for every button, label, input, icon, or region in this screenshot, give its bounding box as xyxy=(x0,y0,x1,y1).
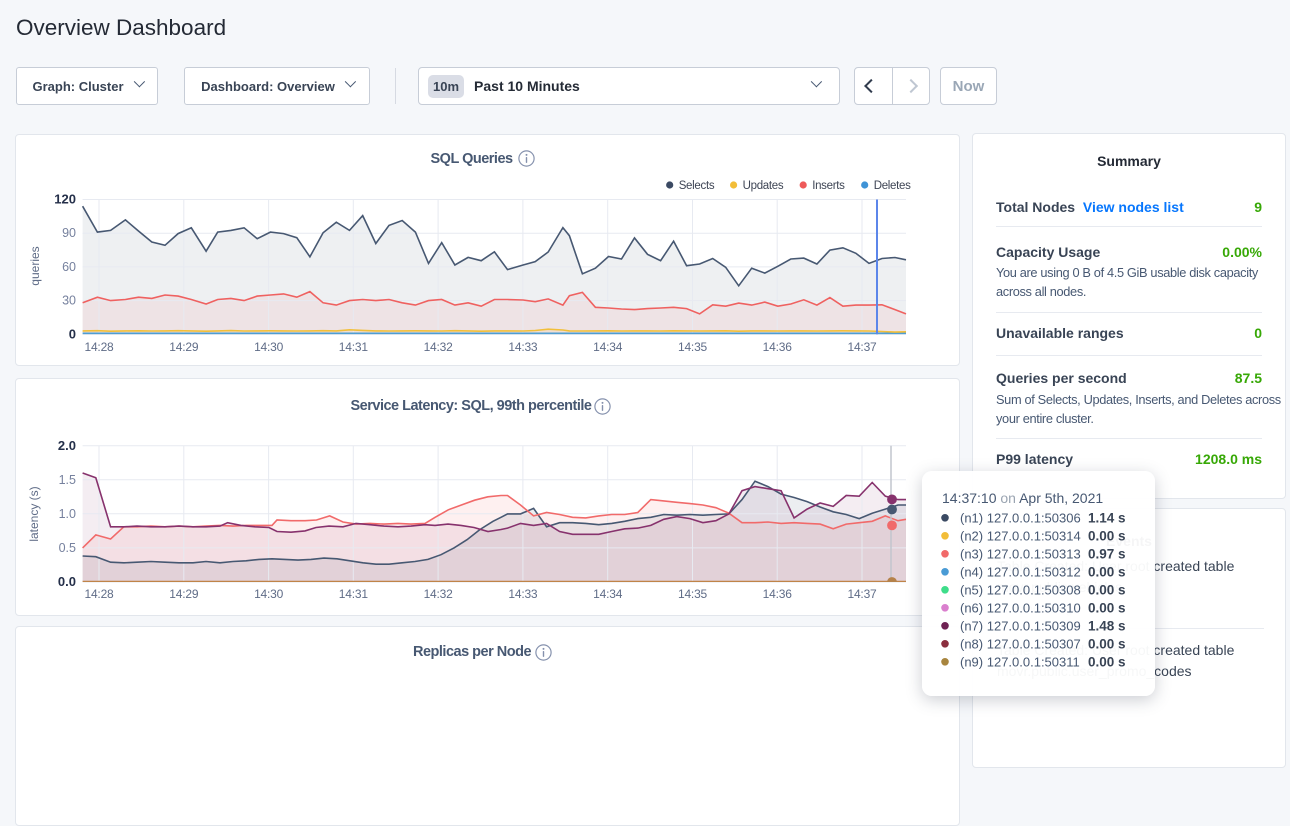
svg-text:120: 120 xyxy=(54,192,76,207)
svg-text:0.00 s: 0.00 s xyxy=(1088,564,1126,579)
svg-text:14:30: 14:30 xyxy=(254,587,284,601)
svg-text:1.14 s: 1.14 s xyxy=(1088,510,1126,525)
svg-text:14:31: 14:31 xyxy=(339,340,369,354)
svg-text:(n6) 127.0.0.1:50310: (n6) 127.0.0.1:50310 xyxy=(960,600,1081,615)
svg-text:14:36: 14:36 xyxy=(763,587,793,601)
svg-text:14:34: 14:34 xyxy=(593,587,623,601)
svg-text:14:33: 14:33 xyxy=(508,587,538,601)
svg-text:(n2) 127.0.0.1:50314: (n2) 127.0.0.1:50314 xyxy=(960,528,1081,543)
svg-text:14:37: 14:37 xyxy=(847,587,877,601)
svg-text:14:32: 14:32 xyxy=(424,587,454,601)
svg-text:14:31: 14:31 xyxy=(339,587,369,601)
svg-text:14:28: 14:28 xyxy=(84,587,114,601)
svg-text:0.00 s: 0.00 s xyxy=(1088,654,1126,669)
svg-text:60: 60 xyxy=(62,260,76,274)
svg-text:14:28: 14:28 xyxy=(84,340,114,354)
svg-text:90: 90 xyxy=(62,226,76,240)
svg-text:14:30: 14:30 xyxy=(254,340,284,354)
svg-text:Selects: Selects xyxy=(679,180,715,192)
svg-text:14:37: 14:37 xyxy=(847,340,877,354)
svg-text:0.97 s: 0.97 s xyxy=(1088,546,1126,561)
svg-text:0: 0 xyxy=(69,326,76,341)
svg-text:14:29: 14:29 xyxy=(169,340,199,354)
svg-text:1.0: 1.0 xyxy=(59,507,76,521)
svg-text:0.5: 0.5 xyxy=(59,541,76,555)
svg-text:(n5) 127.0.0.1:50308: (n5) 127.0.0.1:50308 xyxy=(960,582,1081,597)
svg-text:0.00 s: 0.00 s xyxy=(1088,600,1126,615)
svg-text:Deletes: Deletes xyxy=(874,180,911,192)
svg-text:0.00 s: 0.00 s xyxy=(1088,636,1126,651)
svg-text:14:35: 14:35 xyxy=(678,587,708,601)
svg-text:1.48 s: 1.48 s xyxy=(1088,618,1126,633)
svg-text:14:34: 14:34 xyxy=(593,340,623,354)
svg-text:14:29: 14:29 xyxy=(169,587,199,601)
svg-text:0.00 s: 0.00 s xyxy=(1088,582,1126,597)
svg-text:2.0: 2.0 xyxy=(58,438,76,453)
svg-text:14:32: 14:32 xyxy=(424,340,454,354)
svg-text:1.5: 1.5 xyxy=(59,473,76,487)
svg-text:14:33: 14:33 xyxy=(508,340,538,354)
svg-text:30: 30 xyxy=(62,294,76,308)
svg-text:(n4) 127.0.0.1:50312: (n4) 127.0.0.1:50312 xyxy=(960,564,1081,579)
svg-text:(n9) 127.0.0.1:50311: (n9) 127.0.0.1:50311 xyxy=(960,654,1080,669)
svg-text:14:35: 14:35 xyxy=(678,340,708,354)
svg-text:queries: queries xyxy=(28,246,42,285)
svg-text:latency (s): latency (s) xyxy=(27,486,41,541)
svg-text:14:36: 14:36 xyxy=(763,340,793,354)
svg-text:(n1) 127.0.0.1:50306: (n1) 127.0.0.1:50306 xyxy=(960,510,1081,525)
svg-text:Updates: Updates xyxy=(743,180,784,192)
svg-text:0.0: 0.0 xyxy=(58,574,76,589)
svg-text:(n8) 127.0.0.1:50307: (n8) 127.0.0.1:50307 xyxy=(960,636,1081,651)
svg-text:0.00 s: 0.00 s xyxy=(1088,528,1126,543)
svg-text:(n7) 127.0.0.1:50309: (n7) 127.0.0.1:50309 xyxy=(960,618,1081,633)
svg-text:Inserts: Inserts xyxy=(812,180,845,192)
svg-text:(n3) 127.0.0.1:50313: (n3) 127.0.0.1:50313 xyxy=(960,546,1081,561)
